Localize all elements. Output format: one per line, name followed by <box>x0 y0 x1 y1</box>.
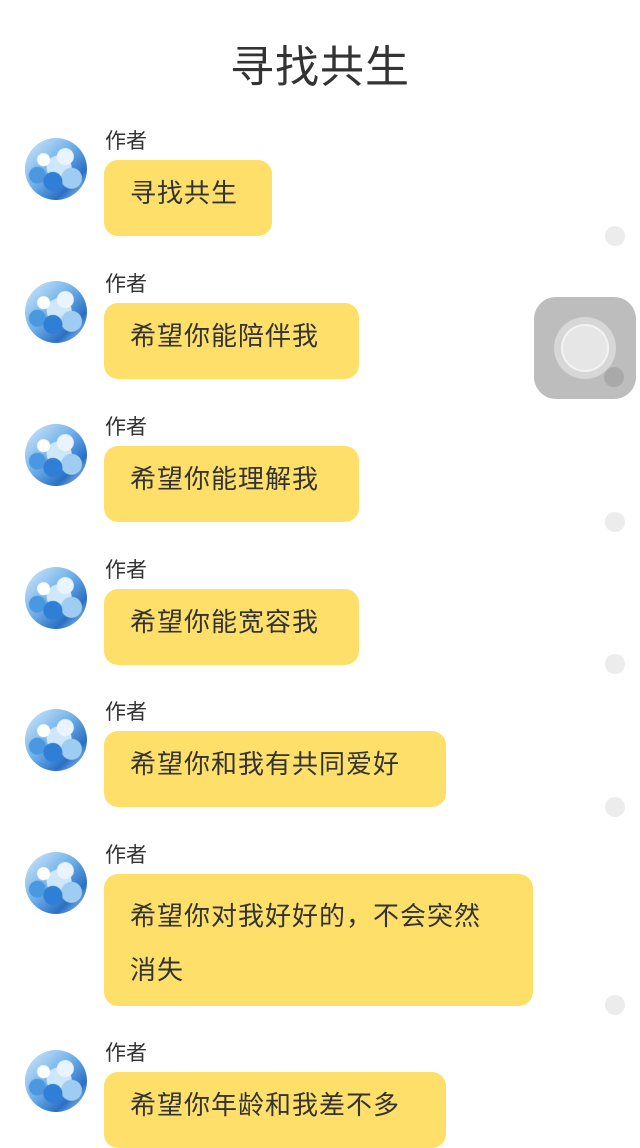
author-name: 作者 <box>105 1041 147 1065</box>
assistive-touch-icon[interactable] <box>534 297 636 399</box>
message-bubble[interactable]: 希望你和我有共同爱好 <box>104 731 446 807</box>
message-list: 作者 寻找共生 作者 希望你能陪伴我 作者 希望你能理解我 作者 希望你能宽容我… <box>0 0 640 1148</box>
assistive-touch-dot <box>604 367 624 387</box>
scroll-indicator-dot <box>605 226 625 246</box>
scroll-indicator-dot <box>605 654 625 674</box>
author-avatar[interactable] <box>25 1050 87 1112</box>
scroll-indicator-dot <box>605 512 625 532</box>
scroll-indicator-dot <box>605 797 625 817</box>
author-name: 作者 <box>105 129 147 153</box>
author-name: 作者 <box>105 272 147 296</box>
author-name: 作者 <box>105 700 147 724</box>
author-avatar[interactable] <box>25 852 87 914</box>
author-name: 作者 <box>105 558 147 582</box>
message-bubble[interactable]: 希望你能理解我 <box>104 446 359 522</box>
author-avatar[interactable] <box>25 709 87 771</box>
message-bubble[interactable]: 希望你年龄和我差不多 <box>104 1072 446 1148</box>
author-avatar[interactable] <box>25 281 87 343</box>
author-name: 作者 <box>105 843 147 867</box>
author-name: 作者 <box>105 415 147 439</box>
message-bubble[interactable]: 寻找共生 <box>104 160 272 236</box>
assistive-touch-core <box>561 324 609 372</box>
author-avatar[interactable] <box>25 138 87 200</box>
message-bubble[interactable]: 希望你能宽容我 <box>104 589 359 665</box>
author-avatar[interactable] <box>25 567 87 629</box>
scroll-indicator-dot <box>605 995 625 1015</box>
author-avatar[interactable] <box>25 424 87 486</box>
message-bubble[interactable]: 希望你能陪伴我 <box>104 303 359 379</box>
message-bubble[interactable]: 希望你对我好好的，不会突然消失 <box>104 874 533 1006</box>
